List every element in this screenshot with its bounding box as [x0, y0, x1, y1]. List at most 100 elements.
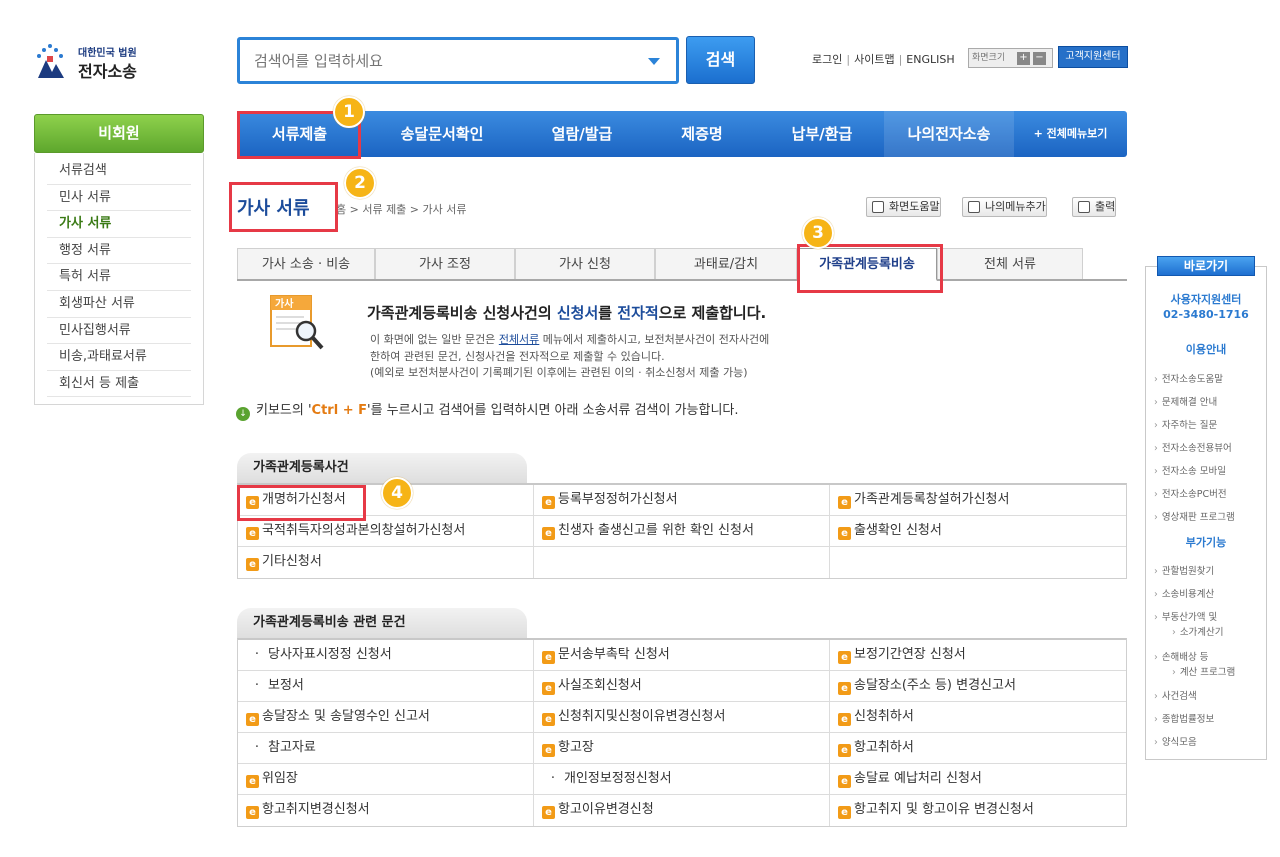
quick-link[interactable]: 부동산가액 및	[1154, 609, 1217, 623]
document-label: 항고장	[558, 740, 594, 755]
tab-all-documents[interactable]: 전체 서류	[937, 248, 1083, 279]
nav-certificates[interactable]: 제증명	[642, 111, 762, 157]
document-link[interactable]: e문서송부촉탁 신청서	[534, 640, 830, 671]
intro-paragraph: 이 화면에 없는 일반 문건은 전체서류 메뉴에서 제출하시고, 보전처분사건이…	[370, 331, 769, 347]
sidebar-item-document-search[interactable]: 서류검색	[47, 158, 191, 185]
document-link[interactable]: e항고취지변경신청서	[238, 795, 534, 826]
search-input[interactable]	[254, 50, 634, 72]
quick-link-cont[interactable]: 계산 프로그램	[1154, 664, 1235, 678]
document-link[interactable]: e등록부정정허가신청서	[534, 485, 830, 516]
document-label: 사실조회신청서	[558, 678, 642, 693]
nav-service-check[interactable]: 송달문서확인	[362, 111, 522, 157]
sidebar-item-bankruptcy[interactable]: 회생파산 서류	[47, 291, 191, 318]
document-label: 송달료 예납처리 신청서	[854, 771, 982, 786]
tab-family-application[interactable]: 가사 신청	[515, 248, 655, 279]
document-link[interactable]: ·참고자료	[238, 733, 534, 764]
zoom-in-button[interactable]: +	[1017, 52, 1030, 65]
nav-payment-refund[interactable]: 납부/환급	[762, 111, 882, 157]
document-link[interactable]: e항고이유변경신청	[534, 795, 830, 826]
document-link[interactable]: e출생확인 신청서	[830, 516, 1126, 547]
search-box[interactable]	[237, 37, 679, 84]
document-link[interactable]: e신청취하서	[830, 702, 1126, 733]
quick-link[interactable]: 관할법원찾기	[1154, 563, 1214, 577]
sidebar-item-administrative[interactable]: 행정 서류	[47, 238, 191, 265]
document-link[interactable]: ·보정서	[238, 671, 534, 702]
login-link[interactable]: 로그인	[812, 53, 842, 66]
help-button-label: 화면도움말	[889, 200, 940, 213]
quick-link-cont[interactable]: 소가계산기	[1154, 624, 1224, 638]
empty-cell	[534, 547, 830, 578]
document-link[interactable]: ·당사자표시정정 신청서	[238, 640, 534, 671]
quick-link[interactable]: 양식모음	[1154, 734, 1197, 748]
zoom-label: 화면크기	[972, 53, 1005, 63]
document-link[interactable]: e보정기간연장 신청서	[830, 640, 1126, 671]
document-link[interactable]: ·개인정보정정신청서	[534, 764, 830, 795]
quick-link[interactable]: 자주하는 질문	[1154, 417, 1217, 431]
document-link[interactable]: e국적취득자의성과본의창설허가신청서	[238, 516, 534, 547]
court-logo[interactable]: 대한민국 법원 전자소송	[30, 40, 170, 84]
quick-link[interactable]: 전자소송 모바일	[1154, 463, 1226, 477]
quick-link[interactable]: 소송비용계산	[1154, 586, 1214, 600]
edoc-icon: e	[246, 558, 259, 571]
help-button[interactable]: 화면도움말	[866, 197, 941, 217]
edoc-icon: e	[246, 713, 259, 726]
sidebar-item-family[interactable]: 가사 서류	[47, 211, 191, 238]
table-row: e송달장소 및 송달영수인 신고서e신청취지및신청이유변경신청서e신청취하서	[238, 702, 1126, 733]
document-link[interactable]: e가족관계등록창설허가신청서	[830, 485, 1126, 516]
quick-link[interactable]: 종합법률정보	[1154, 711, 1214, 725]
sidebar-item-execution[interactable]: 민사집행서류	[47, 318, 191, 345]
document-link[interactable]: e친생자 출생신고를 위한 확인 신청서	[534, 516, 830, 547]
support-center-title[interactable]: 사용자지원센터	[1146, 291, 1266, 307]
document-label: 개인정보정정신청서	[564, 771, 672, 786]
tab-fine-detention[interactable]: 과태료/감치	[655, 248, 797, 279]
print-button[interactable]: 출력	[1072, 197, 1116, 217]
tab-family-mediation[interactable]: 가사 조정	[375, 248, 515, 279]
add-my-menu-button[interactable]: 나의메뉴추가	[962, 197, 1047, 217]
document-link[interactable]: e기타신청서	[238, 547, 534, 578]
tab-family-registration[interactable]: 가족관계등록비송	[797, 248, 937, 281]
nav-my-ecourt[interactable]: 나의전자소송	[884, 111, 1014, 157]
step-badge-1: 1	[333, 96, 365, 128]
logo-title: 전자소송	[78, 58, 137, 82]
document-link[interactable]: e항고취하서	[830, 733, 1126, 764]
sidebar-item-noncontentious[interactable]: 비송,과태료서류	[47, 344, 191, 371]
dropdown-caret-icon[interactable]	[648, 58, 660, 65]
sidebar-item-reply[interactable]: 회신서 등 제출	[47, 371, 191, 398]
zoom-out-button[interactable]: −	[1033, 52, 1046, 65]
quick-link[interactable]: 문제해결 안내	[1154, 394, 1217, 408]
quick-link[interactable]: 전자소송도움말	[1154, 371, 1223, 385]
document-link[interactable]: e사실조회신청서	[534, 671, 830, 702]
document-link[interactable]: e송달장소(주소 등) 변경신고서	[830, 671, 1126, 702]
sidebar-item-patent[interactable]: 특허 서류	[47, 264, 191, 291]
quick-link[interactable]: 전자소송PC버전	[1154, 486, 1227, 500]
quick-link[interactable]: 영상재판 프로그램	[1154, 509, 1235, 523]
document-link[interactable]: e송달료 예납처리 신청서	[830, 764, 1126, 795]
document-link[interactable]: e항고취지 및 항고이유 변경신청서	[830, 795, 1126, 826]
search-button[interactable]: 검색	[686, 36, 755, 84]
intro-title-highlight: 신청서	[557, 304, 598, 322]
add-menu-icon	[968, 201, 980, 213]
document-link[interactable]: e위임장	[238, 764, 534, 795]
intro-text: 이 화면에 없는 일반 문건은	[370, 333, 499, 346]
document-link[interactable]: e신청취지및신청이유변경신청서	[534, 702, 830, 733]
nav-all-menu[interactable]: + 전체메뉴보기	[1014, 111, 1127, 157]
document-link[interactable]: e송달장소 및 송달영수인 신고서	[238, 702, 534, 733]
document-tabs: 가사 소송 · 비송 가사 조정 가사 신청 과태료/감치 가족관계등록비송 전…	[237, 248, 1127, 281]
quick-links-panel: 사용자지원센터 02-3480-1716 이용안내 전자소송도움말 문제해결 안…	[1145, 266, 1267, 760]
sidebar-item-civil[interactable]: 민사 서류	[47, 185, 191, 212]
nav-view-issue[interactable]: 열람/발급	[522, 111, 642, 157]
document-label: 기타신청서	[262, 554, 322, 569]
edoc-icon: e	[542, 682, 555, 695]
sidebar-header: 비회원	[34, 114, 204, 153]
all-documents-link[interactable]: 전체서류	[499, 333, 539, 346]
support-center-button[interactable]: 고객지원센터	[1058, 46, 1128, 68]
sitemap-link[interactable]: 사이트맵	[854, 53, 894, 66]
document-label: 당사자표시정정 신청서	[268, 647, 392, 662]
tab-family-lawsuit[interactable]: 가사 소송 · 비송	[237, 248, 375, 279]
logo-subtitle: 대한민국 법원	[78, 44, 137, 59]
quick-link[interactable]: 손해배상 등	[1154, 649, 1209, 663]
document-link[interactable]: e항고장	[534, 733, 830, 764]
quick-link[interactable]: 전자소송전용뷰어	[1154, 440, 1232, 454]
english-link[interactable]: ENGLISH	[906, 53, 954, 66]
quick-link[interactable]: 사건검색	[1154, 688, 1197, 702]
